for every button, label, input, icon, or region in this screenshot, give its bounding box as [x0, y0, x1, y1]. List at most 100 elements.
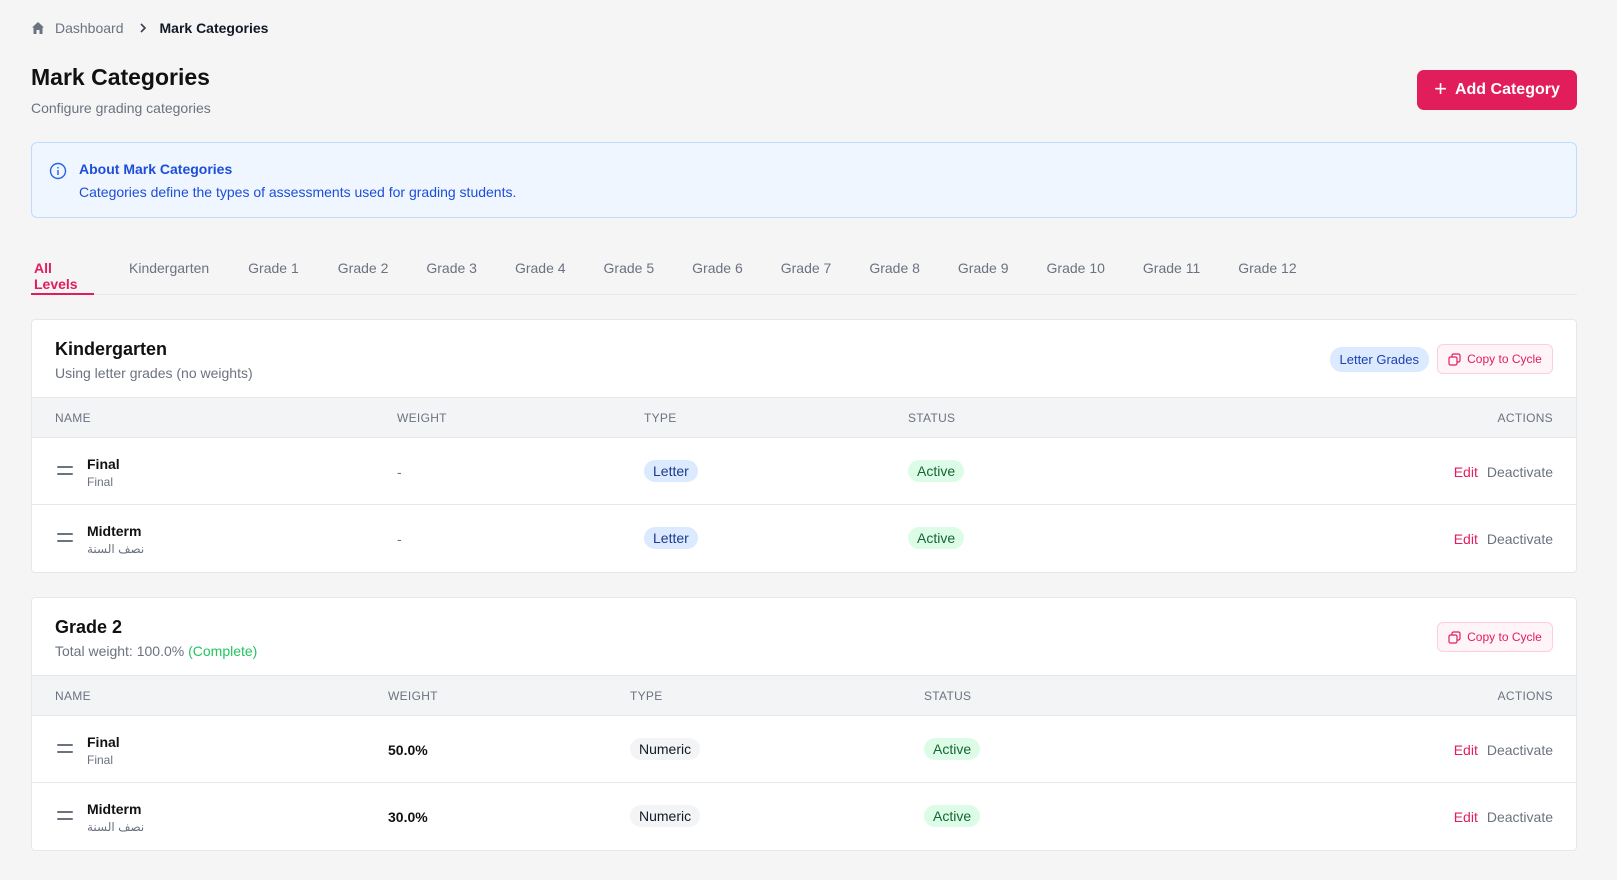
tab-grade-9[interactable]: Grade 9 [958, 243, 1009, 295]
row-name: Final [87, 734, 120, 750]
status-badge: Active [924, 738, 981, 760]
deactivate-link[interactable]: Deactivate [1487, 809, 1553, 825]
tab-grade-7[interactable]: Grade 7 [781, 243, 832, 295]
total-weight: Total weight: 100.0% [55, 643, 185, 659]
category-card-kindergarten: Kindergarten Using letter grades (no wei… [31, 319, 1577, 573]
row-alt-name: Final [87, 753, 114, 767]
row-name: Midterm [87, 523, 142, 539]
row-weight: 30.0% [388, 809, 428, 825]
column-status: STATUS [924, 689, 972, 703]
drag-handle-icon[interactable] [57, 744, 73, 754]
page-title: Mark Categories [31, 64, 210, 90]
deactivate-link[interactable]: Deactivate [1487, 531, 1553, 547]
row-weight: 50.0% [388, 742, 428, 758]
row-alt-name: نصف السنة [87, 542, 145, 556]
drag-handle-icon[interactable] [57, 811, 73, 821]
info-text: Categories define the types of assessmen… [79, 184, 517, 200]
tab-grade-8[interactable]: Grade 8 [869, 243, 920, 295]
add-category-button[interactable]: + Add Category [1417, 70, 1577, 110]
tab-grade-11[interactable]: Grade 11 [1143, 243, 1200, 295]
column-name: NAME [55, 411, 91, 425]
column-type: TYPE [630, 689, 663, 703]
column-type: TYPE [644, 411, 677, 425]
card-title: Grade 2 [55, 617, 123, 637]
type-badge: Numeric [630, 805, 701, 827]
row-actions: Edit Deactivate [1454, 742, 1553, 758]
deactivate-link[interactable]: Deactivate [1487, 464, 1553, 480]
table-row: Midterm نصف السنة 30.0% Numeric Active E… [32, 783, 1576, 850]
breadcrumb-dashboard-link[interactable]: Dashboard [55, 20, 124, 36]
table-header: NAME WEIGHT TYPE STATUS ACTIONS [32, 398, 1576, 438]
tab-kindergarten[interactable]: Kindergarten [129, 243, 209, 295]
copy-to-cycle-button[interactable]: Copy to Cycle [1437, 622, 1553, 652]
tab-grade-6[interactable]: Grade 6 [692, 243, 743, 295]
tab-grade-4[interactable]: Grade 4 [515, 243, 566, 295]
card-actions: Copy to Cycle [1437, 622, 1553, 652]
edit-link[interactable]: Edit [1454, 809, 1478, 825]
chevron-right-icon [139, 23, 146, 33]
category-card-grade-2: Grade 2 Total weight: 100.0% (Complete) … [31, 597, 1577, 851]
row-name: Final [87, 456, 120, 472]
row-alt-name: نصف السنة [87, 820, 145, 834]
table-row: Midterm نصف السنة - Letter Active Edit D… [32, 505, 1576, 572]
card-title: Kindergarten [55, 339, 168, 359]
type-badge: Numeric [630, 738, 701, 760]
level-tabs: All Levels Kindergarten Grade 1 Grade 2 … [31, 243, 1577, 295]
column-weight: WEIGHT [388, 689, 438, 703]
edit-link[interactable]: Edit [1454, 531, 1478, 547]
breadcrumb: Dashboard Mark Categories [31, 0, 1577, 56]
page-subtitle: Configure grading categories [31, 100, 211, 116]
card-actions: Letter Grades Copy to Cycle [1329, 344, 1553, 374]
tab-grade-2[interactable]: Grade 2 [338, 243, 389, 295]
add-category-label: Add Category [1454, 81, 1560, 98]
copy-to-cycle-label: Copy to Cycle [1467, 630, 1542, 644]
tab-grade-5[interactable]: Grade 5 [604, 243, 655, 295]
breadcrumb-current: Mark Categories [159, 20, 269, 36]
row-weight: - [397, 531, 402, 547]
table-row: Final Final 50.0% Numeric Active Edit De… [32, 716, 1576, 783]
info-banner: About Mark Categories Categories define … [31, 142, 1577, 218]
copy-to-cycle-button[interactable]: Copy to Cycle [1437, 344, 1553, 374]
tab-grade-1[interactable]: Grade 1 [248, 243, 299, 295]
card-header: Kindergarten Using letter grades (no wei… [32, 320, 1576, 398]
row-actions: Edit Deactivate [1454, 809, 1553, 825]
letter-grades-badge: Letter Grades [1329, 346, 1429, 372]
type-badge: Letter [644, 527, 698, 549]
card-subtitle: Using letter grades (no weights) [55, 365, 253, 381]
column-status: STATUS [908, 411, 956, 425]
column-actions: ACTIONS [1497, 411, 1553, 425]
tab-grade-12[interactable]: Grade 12 [1238, 243, 1296, 295]
tab-all-levels[interactable]: All Levels [31, 243, 94, 295]
row-alt-name: Final [87, 475, 114, 489]
drag-handle-icon[interactable] [57, 533, 73, 543]
weight-complete-status: (Complete) [188, 643, 258, 659]
drag-handle-icon[interactable] [57, 466, 73, 476]
copy-to-cycle-label: Copy to Cycle [1467, 352, 1542, 366]
status-badge: Active [924, 805, 981, 827]
column-name: NAME [55, 689, 91, 703]
page: Dashboard Mark Categories Mark Categorie… [31, 0, 1577, 851]
row-actions: Edit Deactivate [1454, 531, 1553, 547]
page-header: Mark Categories Configure grading catego… [31, 56, 1577, 142]
type-badge: Letter [644, 460, 698, 482]
row-actions: Edit Deactivate [1454, 464, 1553, 480]
info-icon [49, 162, 67, 180]
table-header: NAME WEIGHT TYPE STATUS ACTIONS [32, 676, 1576, 716]
info-title: About Mark Categories [79, 161, 233, 177]
table-row: Final Final - Letter Active Edit Deactiv… [32, 438, 1576, 505]
row-name: Midterm [87, 801, 142, 817]
edit-link[interactable]: Edit [1454, 742, 1478, 758]
deactivate-link[interactable]: Deactivate [1487, 742, 1553, 758]
status-badge: Active [908, 460, 965, 482]
row-weight: - [397, 464, 402, 480]
status-badge: Active [908, 527, 965, 549]
edit-link[interactable]: Edit [1454, 464, 1478, 480]
tab-grade-10[interactable]: Grade 10 [1047, 243, 1105, 295]
home-icon[interactable] [31, 21, 45, 35]
column-actions: ACTIONS [1497, 689, 1553, 703]
card-subtitle: Total weight: 100.0% (Complete) [55, 643, 257, 659]
card-header: Grade 2 Total weight: 100.0% (Complete) … [32, 598, 1576, 676]
column-weight: WEIGHT [397, 411, 447, 425]
tab-grade-3[interactable]: Grade 3 [426, 243, 477, 295]
plus-icon: + [1434, 76, 1447, 101]
